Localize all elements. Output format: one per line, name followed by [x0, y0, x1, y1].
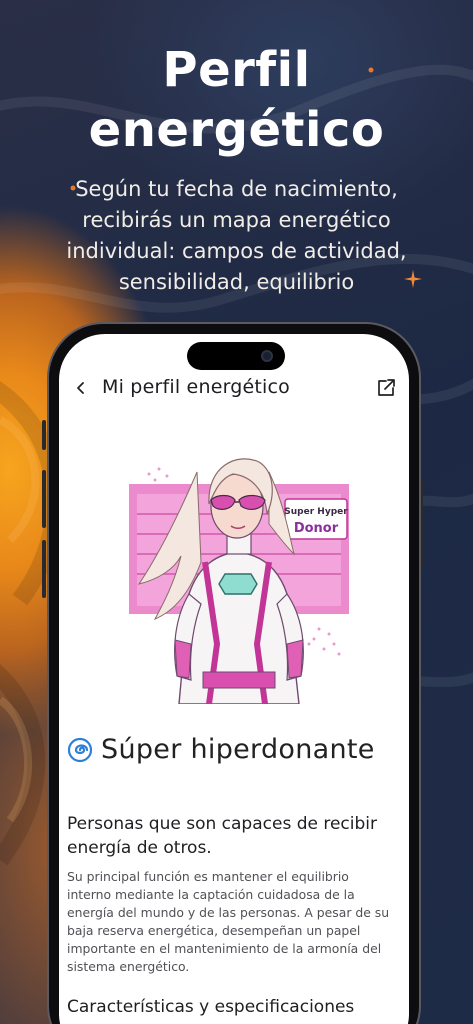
- badge-line1: Super Hyper: [284, 507, 348, 517]
- profile-type-name: Súper hiperdonante: [101, 734, 375, 765]
- hero-subtitle: Según tu fecha de nacimiento, recibirás …: [66, 177, 407, 294]
- description-text: Su principal función es mantener el equi…: [67, 869, 390, 974]
- section-heading: Personas que son capaces de recibir ener…: [67, 814, 378, 858]
- hero-title-line1: Perfil: [162, 42, 311, 98]
- phone-side-button: [42, 540, 46, 598]
- hero-title-line2: energético: [88, 102, 385, 158]
- sparkle-icon: [404, 270, 422, 292]
- dot-icon: [70, 176, 76, 195]
- profile-type-row: Súper hiperdonante: [67, 734, 399, 765]
- back-button[interactable]: [69, 376, 93, 400]
- share-icon: [378, 379, 395, 396]
- app-screen: Mi perfil energético Super Hyper Donor S…: [59, 334, 409, 1024]
- badge-line2: Donor: [294, 521, 339, 536]
- dot-icon: [368, 58, 374, 77]
- spiral-icon: [67, 737, 93, 762]
- phone-side-button: [42, 470, 46, 528]
- dynamic-island: [187, 342, 285, 370]
- chevron-left-icon: [77, 382, 84, 394]
- nav-title: Mi perfil energético: [102, 376, 291, 398]
- hero-title: Perfil energético: [0, 40, 473, 160]
- phone-frame: Mi perfil energético Super Hyper Donor S…: [47, 322, 421, 1024]
- nav-bar: Mi perfil energético: [59, 374, 409, 404]
- camera-icon: [261, 350, 273, 362]
- share-button[interactable]: [373, 375, 399, 401]
- phone-side-button: [42, 420, 46, 450]
- characteristics-heading: Características y especificaciones: [67, 997, 355, 1017]
- hero-illustration: Super Hyper Donor: [129, 458, 349, 704]
